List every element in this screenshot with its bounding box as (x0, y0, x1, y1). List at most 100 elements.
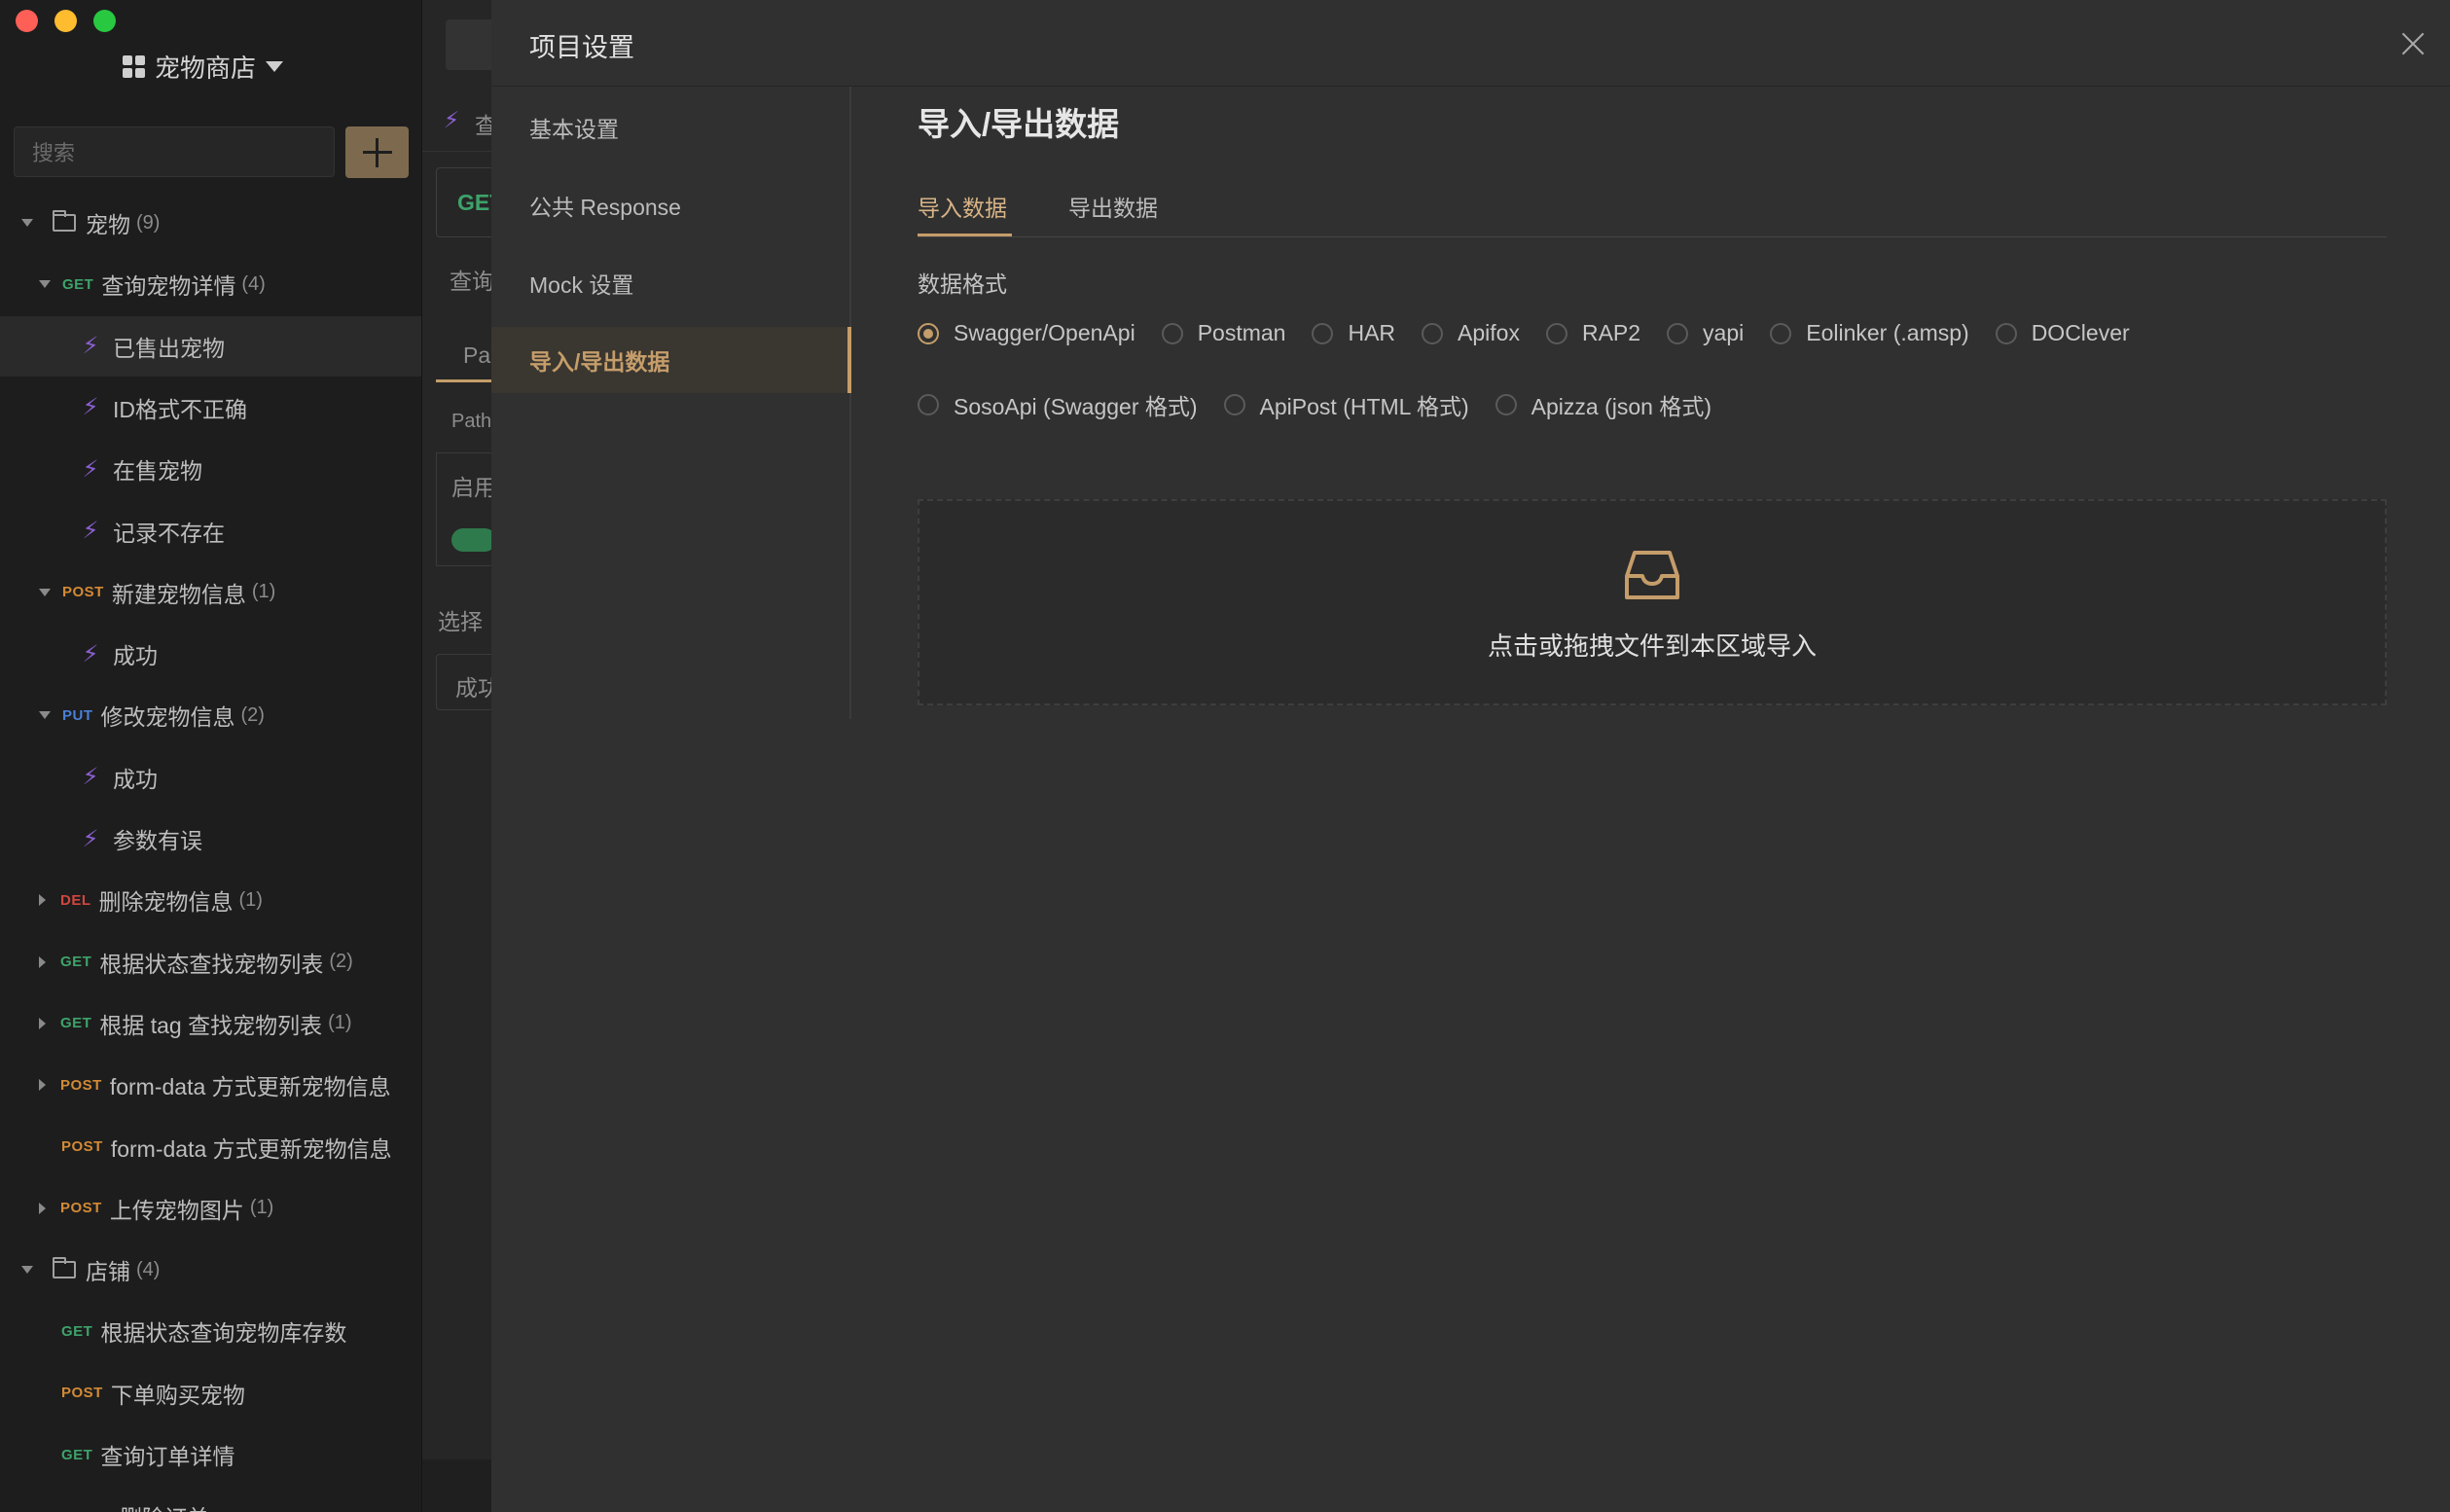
upload-dropzone[interactable]: 点击或拖拽文件到本区域导入 (918, 499, 2387, 705)
tree-case[interactable]: ⚡ 参数有误 (0, 809, 421, 869)
format-option[interactable]: HAR (1312, 320, 1395, 346)
tree-endpoint[interactable]: POST 下单购买宠物 (0, 1363, 421, 1423)
tree-endpoint[interactable]: POST 上传宠物图片 (1) (0, 1178, 421, 1239)
bolt-icon: ⚡ (444, 107, 460, 132)
endpoint-label: form-data 方式更新宠物信息 (110, 1135, 392, 1162)
tree-endpoint[interactable]: POST form-data 方式更新宠物信息 (0, 1117, 421, 1177)
tree-endpoint[interactable]: 删除订单 (0, 1486, 421, 1512)
format-option[interactable]: Eolinker (.amsp) (1770, 320, 1969, 346)
chevron-down-icon (21, 219, 33, 227)
format-option[interactable]: yapi (1667, 320, 1744, 346)
tree-folder[interactable]: 店铺 (4) (0, 1240, 421, 1300)
nav-item-mock[interactable]: Mock 设置 (491, 250, 851, 316)
nav-item-basic[interactable]: 基本设置 (491, 94, 851, 161)
radio-button[interactable] (1223, 394, 1245, 415)
tree-endpoint[interactable]: DEL 删除宠物信息 (1) (0, 870, 421, 930)
plus-icon (362, 137, 392, 167)
path-fragment: Path (451, 411, 492, 432)
tree-endpoint[interactable]: GET 根据状态查找宠物列表 (2) (0, 932, 421, 992)
bolt-icon: ⚡ (82, 333, 99, 360)
tree-endpoint[interactable]: PUT 修改宠物信息 (2) (0, 685, 421, 745)
folder-icon (53, 210, 76, 232)
window-minimize-dot[interactable] (54, 10, 77, 32)
format-option[interactable]: Postman (1161, 320, 1285, 346)
radio-button[interactable] (1770, 322, 1792, 344)
method-badge: DEL (60, 891, 91, 909)
tree-endpoint[interactable]: POST form-data 方式更新宠物信息 (0, 1055, 421, 1115)
window-zoom-dot[interactable] (93, 10, 116, 32)
grid-icon (123, 54, 145, 78)
radio-button[interactable] (1422, 322, 1444, 344)
bolt-icon: ⚡ (82, 764, 99, 791)
radio-button[interactable] (1545, 322, 1567, 344)
folder-label: 店铺 (86, 1259, 130, 1285)
tab-export[interactable]: 导出数据 (1068, 184, 1158, 236)
search-input[interactable]: 搜索 (14, 126, 335, 177)
format-option-label: SosoApi (Swagger 格式) (954, 394, 1198, 419)
tree-endpoint[interactable]: GET 根据 tag 查找宠物列表 (1) (0, 993, 421, 1054)
method-badge: GET (62, 275, 94, 293)
tree-case[interactable]: ⚡ ID格式不正确 (0, 378, 421, 438)
page-title: 导入/导出数据 (918, 106, 1120, 142)
case-label: 记录不存在 (113, 520, 225, 546)
folder-count: (9) (136, 211, 161, 234)
radio-button[interactable] (1312, 322, 1334, 344)
format-option[interactable]: RAP2 (1545, 320, 1640, 346)
format-option[interactable]: ApiPost (HTML 格式) (1223, 388, 1469, 421)
endpoint-label: 查询宠物详情 (101, 273, 236, 300)
editor-tab[interactable] (446, 19, 492, 70)
format-option[interactable]: Apizza (json 格式) (1495, 388, 1711, 421)
tree-endpoint[interactable]: GET 根据状态查询宠物库存数 (0, 1301, 421, 1361)
method-badge: POST (62, 584, 104, 601)
window-close-dot[interactable] (16, 10, 38, 32)
endpoint-label: 新建宠物信息 (111, 581, 246, 607)
format-option[interactable]: Swagger/OpenApi (918, 320, 1135, 346)
tree-endpoint[interactable]: GET 查询宠物详情 (4) (0, 254, 421, 314)
radio-button[interactable] (1667, 322, 1689, 344)
tree-folder[interactable]: 宠物 (9) (0, 193, 421, 253)
radio-button[interactable] (1995, 322, 2017, 344)
modal-header: 项目设置 (491, 0, 2450, 87)
case-label: 已售出宠物 (113, 335, 225, 361)
params-tab-label: Pa (463, 342, 491, 368)
format-option[interactable]: SosoApi (Swagger 格式) (918, 388, 1198, 421)
format-option[interactable]: DOClever (1995, 320, 2130, 346)
add-button[interactable] (345, 126, 409, 178)
case-label: 在售宠物 (113, 458, 202, 485)
project-switcher[interactable]: 宠物商店 (123, 47, 284, 86)
format-option-label: HAR (1348, 320, 1396, 345)
tree-case[interactable]: ⚡ 在售宠物 (0, 439, 421, 499)
nav-item-import-export[interactable]: 导入/导出数据 (491, 327, 851, 393)
tab-import[interactable]: 导入数据 (918, 184, 1012, 236)
bolt-icon: ⚡ (82, 825, 99, 852)
radio-button[interactable] (1161, 322, 1183, 344)
chevron-right-icon (39, 1202, 46, 1214)
radio-button[interactable] (918, 322, 939, 344)
toggle-switch[interactable] (451, 528, 492, 552)
tree-case[interactable]: ⚡ 成功 (0, 624, 421, 684)
bolt-icon: ⚡ (82, 394, 99, 421)
format-label: 数据格式 (918, 271, 1007, 297)
bolt-icon: ⚡ (82, 518, 99, 544)
case-label: ID格式不正确 (113, 396, 247, 422)
endpoint-count: (2) (240, 703, 265, 726)
format-option-label: ApiPost (HTML 格式) (1259, 394, 1469, 419)
format-option[interactable]: Apifox (1422, 320, 1520, 346)
radio-button[interactable] (1495, 394, 1517, 415)
format-radio-row-1: Swagger/OpenApi Postman HAR Apifox RAP2 yapi E… (918, 320, 2156, 346)
tree-case[interactable]: ⚡ 成功 (0, 747, 421, 808)
format-option-label: Swagger/OpenApi (954, 320, 1135, 345)
method-badge: POST (60, 1200, 102, 1217)
close-icon[interactable] (2401, 32, 2425, 55)
endpoint-label: 查询订单详情 (100, 1444, 235, 1469)
tree-endpoint[interactable]: POST 新建宠物信息 (1) (0, 562, 421, 623)
tree-endpoint[interactable]: GET 查询订单详情 (0, 1424, 421, 1485)
select-fragment: 选择 (438, 609, 483, 634)
tree-case[interactable]: ⚡ 记录不存在 (0, 501, 421, 561)
endpoint-label: 根据状态查询宠物库存数 (100, 1320, 347, 1347)
nav-item-response[interactable]: 公共 Response (491, 172, 851, 238)
format-option-label: DOClever (2031, 320, 2130, 345)
radio-button[interactable] (918, 394, 939, 415)
chevron-down-icon (21, 1266, 33, 1275)
tree-case[interactable]: ⚡ 已售出宠物 (0, 315, 421, 377)
